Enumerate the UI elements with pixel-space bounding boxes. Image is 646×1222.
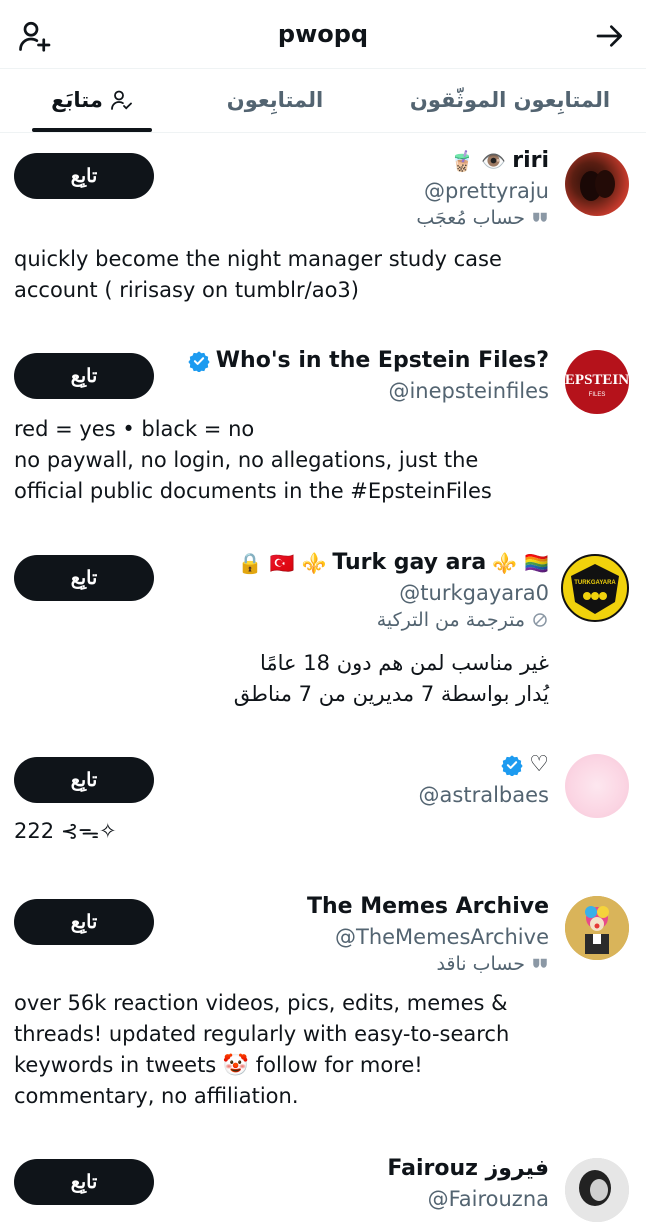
user-bio: quickly become the night manager study c…	[14, 244, 574, 306]
user-bio: 222 ⊰ᯓ✧	[14, 816, 574, 847]
user-name: Who's in the Epstein Files?	[129, 348, 549, 373]
bio-line: over 56k reaction videos, pics, edits, m…	[14, 991, 508, 1015]
avatar[interactable]: TURKGAYARA	[561, 554, 629, 622]
user-name: The Memes Archive	[169, 894, 549, 919]
verified-badge-icon	[188, 350, 210, 372]
avatar[interactable]	[565, 754, 629, 818]
avatar[interactable]	[565, 152, 629, 216]
user-handle: @Fairouzna	[427, 1187, 549, 1211]
tab-following[interactable]: متابَع	[32, 68, 152, 132]
bio-line: quickly become the night manager study c…	[14, 247, 502, 271]
mask-icon	[533, 212, 547, 222]
user-handle: @prettyraju	[424, 179, 549, 203]
account-label: حساب ناقد	[169, 953, 549, 975]
user-handle: @TheMemesArchive	[335, 925, 549, 949]
display-name: Fairouz فيروز	[387, 1156, 549, 1181]
verified-badge-icon	[501, 754, 523, 776]
label-text: مترجمة من التركية	[376, 609, 525, 631]
name-prefix-emoji: 🔒 🇹🇷 ⚜️	[237, 550, 327, 575]
bio-line: threads! updated regularly with easy-to-…	[14, 1022, 510, 1046]
display-name: riri	[512, 148, 549, 173]
avatar[interactable]: EPSTEIN FILES	[565, 350, 629, 414]
tab-label: المتابِعون الموثّقون	[409, 88, 611, 112]
top-bar: pwopq	[0, 0, 646, 69]
tab-bar: المتابِعون الموثّقون المتابِعون متابَع	[0, 68, 646, 133]
user-check-icon	[110, 90, 132, 110]
name-suffix-emoji: ⚜️ 🏳️‍🌈	[492, 550, 549, 575]
user-bio: over 56k reaction videos, pics, edits, m…	[14, 988, 574, 1112]
label-text: حساب ناقد	[436, 953, 525, 975]
display-name: Who's in the Epstein Files?	[215, 348, 549, 373]
user-handle: @astralbaes	[418, 783, 549, 807]
bio-line: يُدار بواسطة 7 مديرين من 7 مناطق	[233, 682, 549, 706]
tab-verified-followers[interactable]: المتابِعون الموثّقون	[390, 68, 630, 132]
display-name: Turk gay ara	[332, 550, 487, 575]
user-name: 🔒 🇹🇷 ⚜️ Turk gay ara ⚜️ 🏳️‍🌈	[109, 550, 549, 575]
user-name: Fairouz فيروز	[169, 1156, 549, 1181]
account-label: حساب مُعجَب	[169, 207, 549, 229]
translate-icon	[533, 613, 547, 627]
bio-line: account ( ririsasy on tumblr/ao3)	[14, 278, 359, 302]
user-name: 🧋 👁️ riri	[169, 148, 549, 173]
tab-followers[interactable]: المتابِعون	[200, 68, 350, 132]
avatar[interactable]	[565, 896, 629, 960]
user-handle: @inepsteinfiles	[388, 379, 549, 403]
arrow-right-icon[interactable]	[588, 14, 632, 58]
follow-button[interactable]: تابِع	[14, 899, 154, 945]
follow-button[interactable]: تابِع	[14, 757, 154, 803]
mask-icon	[533, 958, 547, 968]
bio-line: red = yes • black = no	[14, 417, 255, 441]
avatar-text: EPSTEIN	[565, 372, 629, 388]
bio-line: 222 ⊰ᯓ✧	[14, 819, 117, 843]
avatar-subtext: FILES	[589, 392, 606, 398]
avatar[interactable]	[565, 1158, 629, 1222]
display-name: ♡	[529, 752, 549, 777]
name-emoji: 🧋 👁️	[449, 148, 507, 173]
label-text: حساب مُعجَب	[416, 207, 525, 229]
tab-label: المتابِعون	[226, 88, 324, 112]
translation-label: مترجمة من التركية	[109, 609, 549, 631]
page-title: pwopq	[277, 20, 369, 48]
follow-button[interactable]: تابِع	[14, 153, 154, 199]
user-bio: غير مناسب لمن هم دون 18 عامًا يُدار بواس…	[89, 648, 549, 710]
follow-button[interactable]: تابِع	[14, 1159, 154, 1205]
avatar-text: TURKGAYARA	[574, 580, 616, 586]
bio-line: no paywall, no login, no allegations, ju…	[14, 448, 479, 472]
bio-line: commentary, no affiliation.	[14, 1084, 299, 1108]
bio-line: keywords in tweets 🤡 follow for more!	[14, 1053, 423, 1077]
bio-line: official public documents in the #Epstei…	[14, 479, 492, 503]
user-name: ♡	[169, 752, 549, 777]
active-tab-indicator	[32, 128, 152, 132]
user-bio: red = yes • black = no no paywall, no lo…	[14, 414, 574, 507]
tab-label: متابَع	[51, 88, 103, 112]
user-handle: @turkgayara0	[399, 581, 549, 605]
display-name: The Memes Archive	[306, 894, 549, 919]
bio-line: غير مناسب لمن هم دون 18 عامًا	[260, 651, 549, 675]
